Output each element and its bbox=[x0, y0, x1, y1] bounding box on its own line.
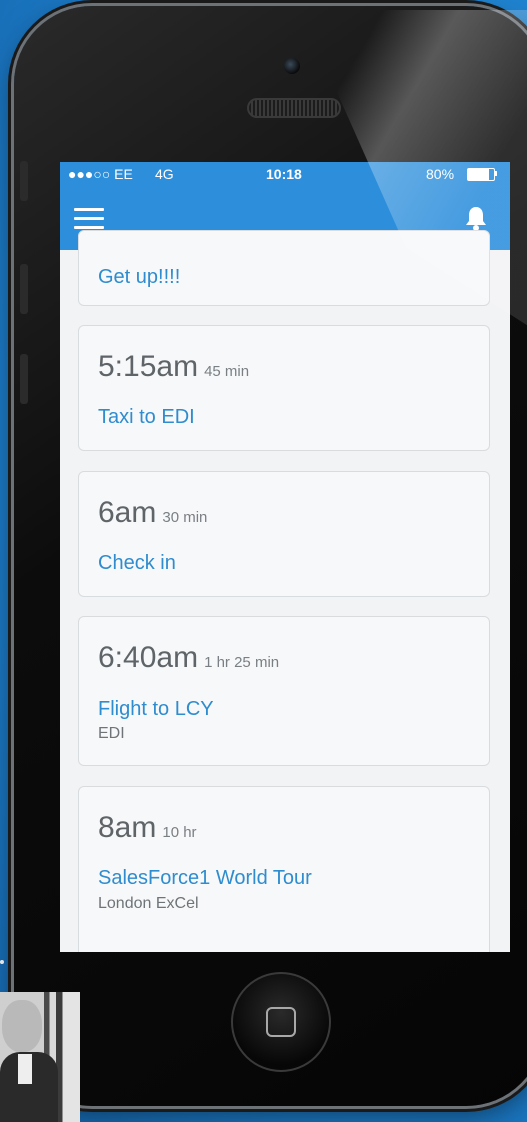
list-item[interactable]: 8am 10 hr SalesForce1 World Tour London E… bbox=[78, 786, 490, 952]
event-location: London ExCel bbox=[98, 895, 199, 912]
event-title: Get up!!!! bbox=[98, 266, 181, 288]
event-time: 8am 10 hr bbox=[98, 811, 197, 844]
decorative-dot bbox=[0, 960, 4, 964]
battery-icon bbox=[467, 168, 495, 181]
event-duration: 45 min bbox=[204, 363, 250, 380]
clock: 10:18 bbox=[266, 166, 302, 182]
list-item[interactable]: 6am 30 min Check in bbox=[78, 471, 490, 597]
event-duration: 30 min bbox=[162, 509, 208, 526]
phone-screen: ●●●○○ EE 4G 10:18 80% Get up!!!! 5:15am 4… bbox=[60, 162, 510, 952]
schedule-list: Get up!!!! 5:15am 45 min Taxi to EDI 6am 3… bbox=[60, 230, 510, 952]
front-camera bbox=[284, 58, 300, 74]
network-label: 4G bbox=[155, 166, 174, 182]
event-duration: 1 hr 25 min bbox=[204, 654, 280, 671]
event-time: 6am 30 min bbox=[98, 496, 208, 529]
event-title: Check in bbox=[98, 552, 176, 574]
list-item[interactable]: 5:15am 45 min Taxi to EDI bbox=[78, 325, 490, 451]
battery-tip bbox=[495, 171, 497, 176]
presenter-photo bbox=[0, 992, 80, 1122]
home-button[interactable] bbox=[231, 972, 331, 1072]
volume-down-button bbox=[20, 354, 28, 404]
home-square-icon bbox=[266, 1007, 296, 1037]
mute-switch bbox=[20, 161, 28, 201]
volume-up-button bbox=[20, 264, 28, 314]
event-time: 6:40am 1 hr 25 min bbox=[98, 641, 280, 674]
event-time: 5:15am 45 min bbox=[98, 350, 250, 383]
bell-icon[interactable] bbox=[464, 204, 488, 232]
event-duration: 10 hr bbox=[162, 824, 197, 841]
list-item[interactable]: Get up!!!! bbox=[78, 230, 490, 306]
battery-percent: 80% bbox=[426, 166, 455, 182]
earpiece-speaker bbox=[247, 98, 341, 118]
list-item[interactable]: 6:40am 1 hr 25 min Flight to LCY EDI bbox=[78, 616, 490, 766]
status-bar: ●●●○○ EE 4G 10:18 80% bbox=[60, 162, 510, 186]
event-location: EDI bbox=[98, 725, 125, 742]
event-title: Taxi to EDI bbox=[98, 406, 195, 428]
carrier-label: ●●●○○ EE bbox=[68, 166, 133, 182]
hamburger-icon[interactable] bbox=[74, 208, 104, 230]
event-title: SalesForce1 World Tour bbox=[98, 867, 312, 889]
event-title: Flight to LCY bbox=[98, 698, 214, 720]
